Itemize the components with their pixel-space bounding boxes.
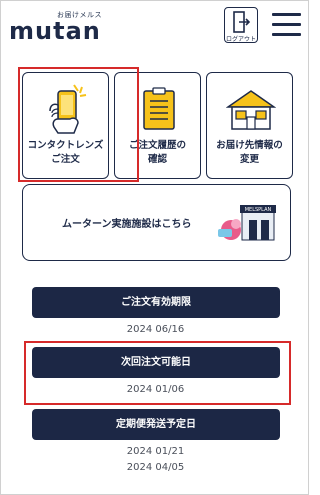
house-icon [226, 90, 276, 130]
scheduled-shipping-date: 2024 01/21 [126, 446, 185, 457]
menu-bar-icon [272, 33, 301, 36]
store-illustration-icon: MELSPLAN [218, 205, 276, 241]
logout-label: ログアウト [225, 36, 256, 43]
facility-label: ムーターン実施施設はこちら [62, 219, 192, 230]
tile-contact-lens-order[interactable]: コンタクトレンズ ご注文 [22, 72, 109, 179]
order-expiry-date: 2024 06/16 [126, 324, 185, 335]
menu-bar-icon [272, 13, 301, 16]
tile-order-history[interactable]: ご注文履歴の 確認 [114, 72, 201, 179]
sign-text: MELSPLAN [245, 207, 272, 213]
tile-delivery-address[interactable]: お届け先情報の 変更 [206, 72, 293, 179]
header: お届けメルス mutan ログアウト [1, 1, 310, 51]
hamburger-menu-button[interactable] [272, 13, 302, 37]
tile-label: お届け先情報の 変更 [216, 140, 283, 165]
logo-wordmark: mutan [9, 17, 101, 45]
logout-button[interactable]: ログアウト [224, 7, 258, 43]
next-order-date-button[interactable]: 次回注文可能日 [32, 347, 280, 378]
next-order-date: 2024 01/06 [126, 384, 185, 395]
hand-phone-icon [49, 84, 87, 134]
clipboard-icon [143, 87, 175, 130]
tile-label: コンタクトレンズ ご注文 [27, 140, 104, 165]
app-frame: お届けメルス mutan ログアウト コンタクトレンズ ご注文 ご注文履歴の 確… [0, 0, 309, 495]
scheduled-shipping-date: 2024 04/05 [126, 462, 185, 473]
order-expiry-button[interactable]: ご注文有効期限 [32, 287, 280, 318]
menu-bar-icon [272, 23, 301, 26]
tile-label: ご注文履歴の 確認 [128, 140, 186, 165]
facility-button[interactable]: ムーターン実施施設はこちら MELSPLAN [22, 184, 291, 261]
scheduled-shipping-button[interactable]: 定期便発送予定日 [32, 409, 280, 440]
logout-icon [233, 11, 251, 33]
